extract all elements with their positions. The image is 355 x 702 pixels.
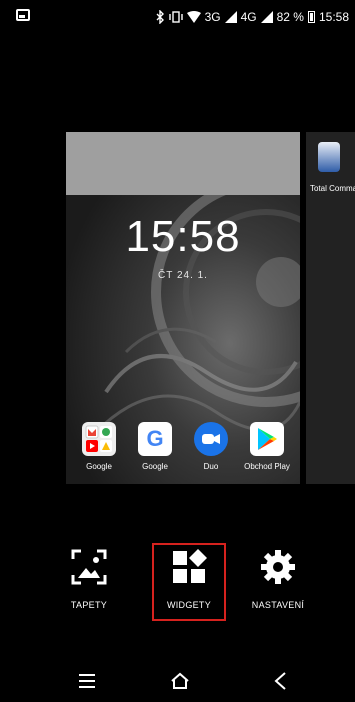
app-google-folder[interactable]: Google xyxy=(72,422,126,471)
wifi-icon xyxy=(186,11,201,23)
signal-1-icon xyxy=(224,11,237,23)
total-commander-icon xyxy=(318,142,340,172)
home-screen-preview[interactable]: 15:58 ČT 24. 1. Google G Google Duo Obch… xyxy=(66,132,300,484)
gear-icon xyxy=(261,550,295,584)
bluetooth-icon xyxy=(156,10,164,24)
app-label: Google xyxy=(86,462,112,471)
lock-clock: 15:58 xyxy=(125,212,241,261)
widgets-icon xyxy=(173,549,207,583)
app-label: Google xyxy=(142,462,168,471)
battery-percent: 82 % xyxy=(276,10,304,24)
gallery-notification-icon xyxy=(16,9,30,21)
settings-label: NASTAVENÍ xyxy=(251,600,305,610)
preview-top-bar xyxy=(66,132,300,195)
app-play-store[interactable]: Obchod Play xyxy=(240,422,294,471)
network-4g-label: 4G xyxy=(240,10,257,24)
vibrate-icon xyxy=(168,11,183,23)
app-google[interactable]: G Google xyxy=(128,422,182,471)
google-apps-folder-icon xyxy=(82,422,116,456)
status-time: 15:58 xyxy=(318,10,349,24)
widgets-button[interactable]: WIDGETY xyxy=(152,543,226,621)
back-button[interactable] xyxy=(265,666,295,696)
app-label: Obchod Play xyxy=(244,462,290,471)
duo-icon xyxy=(194,422,228,456)
adjacent-home-page[interactable]: Total Comma xyxy=(306,132,355,484)
home-icon xyxy=(171,672,189,689)
app-label: Total Comma xyxy=(310,184,355,193)
app-dock: Google G Google Duo Obchod Play xyxy=(72,422,294,471)
navigation-bar xyxy=(0,660,355,702)
status-bar: 3G 4G 82 % 15:58 xyxy=(0,0,355,32)
network-3g-label: 3G xyxy=(204,10,221,24)
settings-button[interactable]: NASTAVENÍ xyxy=(242,545,314,610)
menu-button[interactable] xyxy=(72,666,102,696)
widgets-label: WIDGETY xyxy=(166,600,212,610)
play-store-icon xyxy=(250,422,284,456)
battery-icon xyxy=(307,11,315,23)
signal-2-icon xyxy=(260,11,273,23)
wallpapers-button[interactable]: TAPETY xyxy=(54,545,124,610)
app-duo[interactable]: Duo xyxy=(184,422,238,471)
wallpaper-icon xyxy=(71,549,107,585)
back-icon xyxy=(274,672,286,690)
home-button[interactable] xyxy=(165,666,195,696)
status-icons: 3G 4G 82 % 15:58 xyxy=(156,9,349,25)
wallpapers-label: TAPETY xyxy=(70,600,108,610)
lock-date: ČT 24. 1. xyxy=(158,270,208,281)
app-label: Duo xyxy=(203,462,219,471)
google-icon: G xyxy=(138,422,172,456)
menu-icon xyxy=(79,674,95,688)
home-options-bar: TAPETY WIDGETY NASTAVENÍ xyxy=(0,543,355,625)
